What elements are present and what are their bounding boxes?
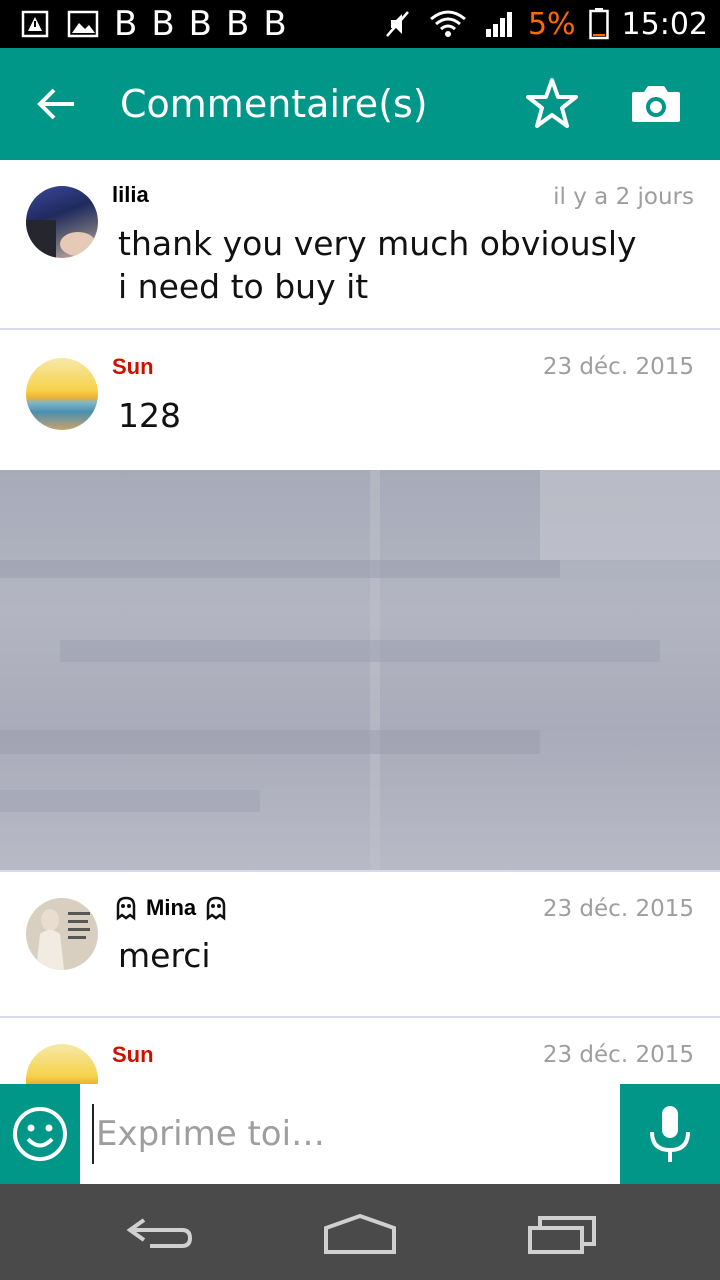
- comment-text: thank you very much obviously i need to …: [118, 224, 637, 306]
- star-icon[interactable]: [524, 76, 580, 132]
- status-b-icon: B: [263, 4, 287, 44]
- ghost-icon: [112, 894, 140, 922]
- mute-icon: [380, 7, 414, 41]
- microphone-button[interactable]: [620, 1084, 720, 1184]
- status-bar: B B B B B 5% 15:02: [0, 0, 720, 48]
- comment-item[interactable]: Sun 23 déc. 2015: [0, 1018, 720, 1084]
- status-b-icon: B: [225, 4, 250, 44]
- avatar[interactable]: [26, 358, 98, 430]
- avatar[interactable]: [26, 898, 98, 970]
- comment-author[interactable]: Mina: [146, 895, 196, 921]
- message-input[interactable]: [92, 1104, 608, 1164]
- status-bar-right: 5% 15:02: [380, 6, 708, 42]
- image-icon: [66, 7, 100, 41]
- app-toolbar: Commentaire(s): [0, 48, 720, 160]
- page-title: Commentaire(s): [120, 82, 428, 126]
- status-b-icon: B: [151, 4, 175, 44]
- emoji-button[interactable]: [0, 1084, 80, 1184]
- comment-text: 128: [118, 396, 181, 435]
- comment-date: 23 déc. 2015: [542, 354, 694, 380]
- status-bar-left: B B B B B: [18, 6, 287, 42]
- comment-image[interactable]: [0, 470, 720, 870]
- comment-item[interactable]: lilia il y a 2 jours thank you very much…: [0, 160, 720, 328]
- message-input-bar: [0, 1084, 720, 1184]
- comment-text: merci: [118, 936, 211, 975]
- battery-percent: 5%: [527, 6, 576, 42]
- signal-icon: [482, 7, 516, 41]
- camera-icon[interactable]: [628, 76, 684, 132]
- avatar[interactable]: [26, 186, 98, 258]
- warning-battery-icon: [18, 7, 52, 41]
- status-b-icon: B: [114, 4, 138, 44]
- recent-apps-nav-icon[interactable]: [522, 1206, 602, 1258]
- comment-item[interactable]: Sun 23 déc. 2015 128: [0, 330, 720, 470]
- comment-date: 23 déc. 2015: [542, 1042, 694, 1068]
- ghost-icon: [202, 894, 230, 922]
- comment-date: 23 déc. 2015: [542, 896, 694, 922]
- comment-author[interactable]: Sun: [112, 354, 154, 380]
- clock: 15:02: [621, 6, 708, 42]
- comment-author-row[interactable]: Mina: [112, 894, 230, 922]
- comment-author[interactable]: Sun: [112, 1042, 154, 1068]
- back-arrow-icon[interactable]: [28, 76, 84, 132]
- battery-icon: [588, 7, 610, 41]
- wifi-icon: [426, 7, 470, 41]
- home-nav-icon[interactable]: [320, 1206, 400, 1258]
- comment-date: il y a 2 jours: [553, 184, 694, 210]
- comment-item[interactable]: Mina 23 déc. 2015 merci: [0, 872, 720, 1016]
- status-b-icon: B: [188, 4, 212, 44]
- avatar[interactable]: [26, 1044, 98, 1084]
- back-nav-icon[interactable]: [120, 1206, 200, 1258]
- system-nav-bar: [0, 1184, 720, 1280]
- comment-author[interactable]: lilia: [112, 182, 149, 208]
